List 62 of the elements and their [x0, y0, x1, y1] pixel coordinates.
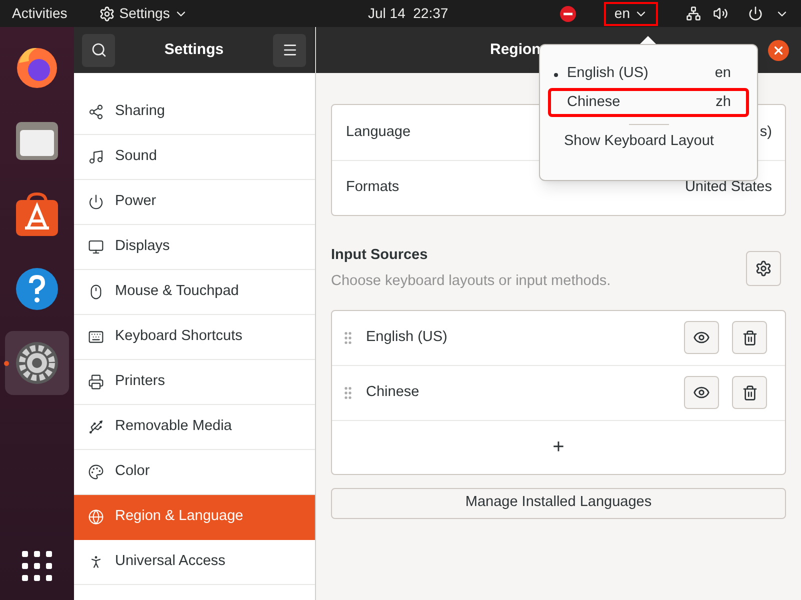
sidebar-item[interactable]: Region & Language	[74, 495, 315, 540]
menu-item[interactable]: English (US) en	[548, 59, 749, 88]
source-name: Chinese	[366, 382, 420, 402]
trash-icon	[742, 384, 758, 400]
close-icon	[772, 44, 785, 56]
sidebar-item[interactable]: Printers	[74, 360, 315, 405]
monitor-icon	[88, 239, 104, 255]
search-icon	[90, 42, 106, 58]
gear-icon	[755, 260, 772, 278]
gear-icon	[99, 6, 116, 22]
preview-button[interactable]	[684, 321, 719, 354]
shopping-bag-icon	[14, 192, 60, 238]
sidebar-item[interactable]: Power	[74, 180, 315, 225]
sidebar-item[interactable]: Mouse & Touchpad	[74, 270, 315, 315]
menu-icon	[282, 42, 298, 58]
app-grid-icon[interactable]	[21, 550, 53, 582]
palette-icon	[88, 464, 104, 480]
menu-button[interactable]	[273, 34, 306, 66]
search-button[interactable]	[82, 34, 115, 66]
eye-icon	[693, 329, 710, 346]
menu-item[interactable]: Chinese zh	[548, 88, 749, 117]
remove-button[interactable]	[732, 376, 767, 409]
printer-icon	[88, 374, 104, 390]
manage-languages-button[interactable]: Manage Installed Languages	[331, 488, 786, 518]
activities-button[interactable]: Activities	[12, 3, 68, 24]
preview-button[interactable]	[684, 376, 719, 409]
share-icon	[88, 104, 104, 120]
sidebar-item[interactable]: Sound	[74, 135, 315, 180]
section-heading: Input Sources	[331, 246, 429, 265]
close-button[interactable]	[768, 40, 789, 60]
sidebar-item[interactable]: Universal Access	[74, 540, 315, 585]
power-icon[interactable]	[748, 6, 763, 21]
sidebar-item[interactable]: Removable Media	[74, 405, 315, 450]
mouse-icon	[88, 284, 104, 300]
bullet-icon	[554, 73, 558, 77]
volume-icon[interactable]	[713, 6, 728, 21]
no-entry-icon[interactable]	[560, 6, 576, 22]
help-icon	[14, 266, 60, 312]
globe-icon	[88, 509, 104, 525]
network-icon[interactable]	[686, 6, 701, 21]
sidebar-title: Settings	[164, 40, 224, 60]
music-note-icon	[88, 149, 104, 165]
gear-icon	[14, 340, 60, 386]
window-title: Region	[490, 40, 541, 60]
source-name: English (US)	[366, 328, 448, 347]
input-indicator[interactable]: en	[604, 2, 658, 26]
sidebar-item[interactable]: Displays	[74, 225, 315, 270]
clock[interactable]: Jul 14 22:37	[368, 3, 448, 24]
usb-icon	[88, 419, 104, 435]
settings-button[interactable]	[746, 251, 781, 286]
eye-icon	[693, 384, 710, 401]
dock-item[interactable]	[5, 331, 69, 395]
sidebar-item[interactable]: Sharing	[74, 90, 315, 135]
add-button[interactable]: +	[544, 432, 572, 462]
trash-icon	[742, 330, 758, 346]
app-menu[interactable]: Settings	[99, 3, 188, 24]
menu-item[interactable]: Show Keyboard Layout	[540, 125, 757, 159]
section-subtitle: Choose keyboard layouts or input methods.	[331, 272, 611, 291]
power-icon	[88, 194, 104, 210]
remove-button[interactable]	[732, 321, 767, 354]
sidebar-item[interactable]: Keyboard Shortcuts	[74, 315, 315, 360]
keyboard-icon	[88, 329, 104, 345]
